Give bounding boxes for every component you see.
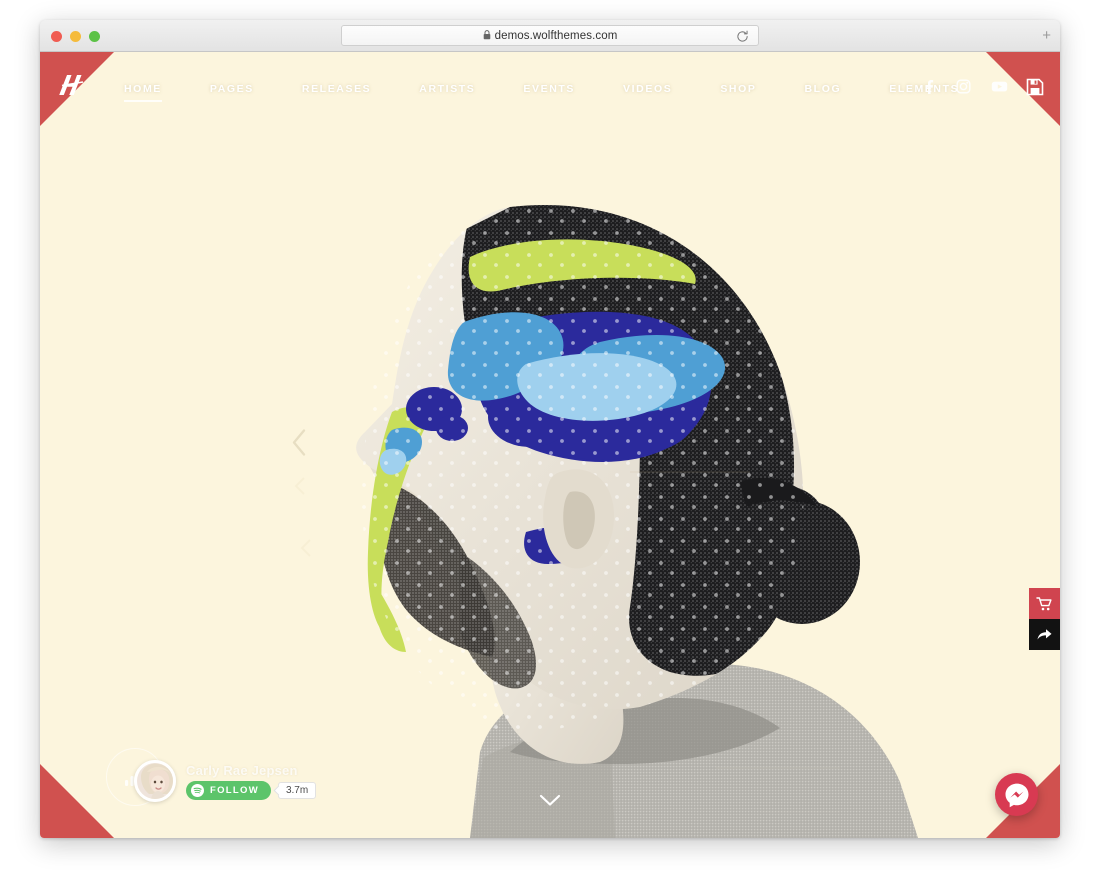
youtube-icon[interactable] [991, 80, 1008, 98]
nav-item-events[interactable]: EVENTS [499, 52, 599, 126]
follow-row: FOLLOW 3.7m [186, 780, 317, 800]
url-text: demos.wolfthemes.com [494, 29, 618, 42]
share-icon[interactable] [1029, 619, 1060, 650]
traffic-lights [51, 31, 100, 42]
reload-icon[interactable] [736, 30, 749, 48]
follow-label: FOLLOW [210, 784, 259, 796]
messenger-chat-button[interactable] [995, 773, 1038, 816]
new-tab-button[interactable]: + [1042, 28, 1051, 43]
decorative-chevron-icon [298, 538, 314, 563]
side-action-buttons [1029, 588, 1060, 650]
slider-prev-button[interactable] [288, 428, 310, 463]
artist-name: Carly Rae Jepsen [186, 762, 298, 778]
main-navigation: HOME PAGES RELEASES ARTISTS EVENTS VIDEO… [40, 52, 1060, 126]
close-window-button[interactable] [51, 31, 62, 42]
follower-count-badge: 3.7m [277, 781, 317, 799]
nav-menu: HOME PAGES RELEASES ARTISTS EVENTS VIDEO… [100, 52, 983, 126]
nav-item-videos[interactable]: VIDEOS [599, 52, 696, 126]
instagram-icon[interactable] [956, 79, 971, 99]
nav-item-blog[interactable]: BLOG [781, 52, 866, 126]
nav-item-home[interactable]: HOME [100, 52, 186, 126]
hero-artwork [40, 52, 1060, 838]
artist-meta: Carly Rae Jepsen FOLLOW 3.7m [186, 762, 317, 800]
spotify-icon [191, 783, 204, 797]
social-links [921, 52, 1008, 126]
lock-icon [483, 27, 491, 45]
browser-chrome: demos.wolfthemes.com + [40, 20, 1060, 52]
minimize-window-button[interactable] [70, 31, 81, 42]
artist-info-bar: Carly Rae Jepsen FOLLOW 3.7m [86, 748, 317, 806]
scroll-down-button[interactable] [539, 794, 561, 812]
nav-item-shop[interactable]: SHOP [696, 52, 780, 126]
site-logo[interactable] [54, 68, 90, 104]
hero-collage-image [40, 52, 1060, 838]
messenger-icon [1005, 783, 1028, 807]
browser-window: demos.wolfthemes.com + HOME PAGES RELEAS… [40, 20, 1060, 838]
avatar[interactable] [134, 760, 176, 802]
nav-item-artists[interactable]: ARTISTS [395, 52, 499, 126]
address-bar[interactable]: demos.wolfthemes.com [341, 25, 759, 46]
facebook-icon[interactable] [921, 79, 936, 99]
page-viewport: HOME PAGES RELEASES ARTISTS EVENTS VIDEO… [40, 52, 1060, 838]
nav-item-releases[interactable]: RELEASES [278, 52, 395, 126]
spotify-follow-button[interactable]: FOLLOW [186, 780, 271, 800]
maximize-window-button[interactable] [89, 31, 100, 42]
cart-icon[interactable] [1029, 588, 1060, 619]
nav-item-pages[interactable]: PAGES [186, 52, 278, 126]
decorative-chevron-icon [292, 476, 308, 501]
save-floppy-icon[interactable] [1026, 78, 1044, 101]
